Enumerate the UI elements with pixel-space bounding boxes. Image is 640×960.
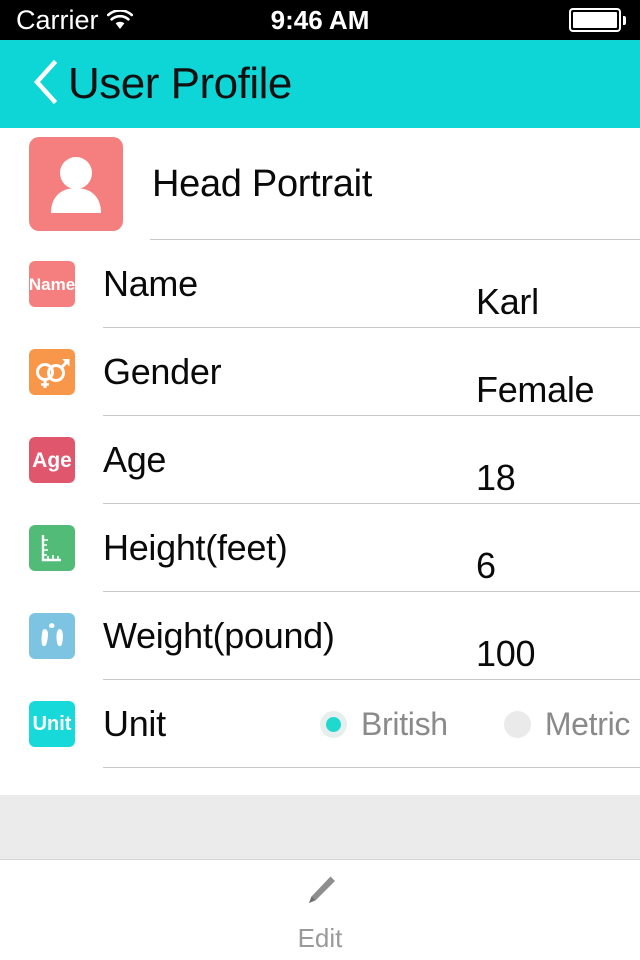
- page-title: User Profile: [68, 59, 292, 108]
- name-value: Karl: [476, 281, 539, 322]
- unit-label: Unit: [103, 703, 166, 744]
- tab-edit[interactable]: Edit: [240, 870, 400, 951]
- age-badge-text: Age: [32, 448, 72, 472]
- name-label: Name: [103, 263, 198, 304]
- age-badge-icon: Age: [29, 437, 75, 483]
- name-badge-icon: Name: [29, 261, 75, 307]
- row-weight[interactable]: Weight(pound) 100: [0, 592, 640, 680]
- chevron-left-icon: [31, 59, 59, 110]
- name-badge-text: Name: [29, 274, 75, 294]
- row-head-portrait[interactable]: Head Portrait: [0, 128, 640, 240]
- height-label: Height(feet): [103, 527, 288, 568]
- tab-edit-label: Edit: [297, 922, 343, 953]
- radio-indicator-selected[interactable]: [320, 710, 347, 738]
- pencil-edit-icon: [299, 870, 341, 917]
- radio-option-metric[interactable]: Metric: [503, 706, 631, 742]
- status-bar: Carrier 9:46 AM: [0, 0, 640, 40]
- radio-label-metric: Metric: [544, 706, 631, 742]
- gender-label: Gender: [103, 351, 222, 392]
- nav-bar: User Profile: [0, 40, 640, 128]
- height-value: 6: [476, 545, 496, 586]
- row-gender[interactable]: Gender Female: [0, 328, 640, 416]
- status-bar-time: 9:46 AM: [270, 4, 370, 35]
- phone-screen: Carrier 9:46 AM User Profile Head Portra…: [0, 0, 640, 960]
- unit-radio-group: British Metric: [320, 708, 630, 740]
- row-separator: [103, 767, 640, 768]
- row-name[interactable]: Name Name Karl: [0, 240, 640, 328]
- weight-value: 100: [476, 633, 536, 674]
- radio-label-british: British: [361, 706, 448, 742]
- unit-badge-text: Unit: [32, 713, 72, 735]
- head-portrait-label: Head Portrait: [152, 163, 372, 205]
- radio-indicator-unselected[interactable]: [503, 710, 531, 738]
- tab-bar: Edit: [0, 860, 640, 960]
- unit-badge-icon: Unit: [29, 701, 75, 747]
- weight-label: Weight(pound): [103, 615, 335, 656]
- ruler-icon: [29, 525, 75, 571]
- gender-symbols-icon: [29, 349, 75, 395]
- battery-full-icon: [569, 8, 626, 32]
- back-button[interactable]: [30, 59, 60, 110]
- row-height[interactable]: Height(feet) 6: [0, 504, 640, 592]
- row-unit[interactable]: Unit Unit British Metric: [0, 680, 640, 768]
- age-label: Age: [103, 439, 167, 480]
- person-avatar-icon: [29, 137, 123, 231]
- footprints-scale-icon: [29, 613, 75, 659]
- radio-option-british[interactable]: British: [320, 708, 448, 740]
- row-age[interactable]: Age Age 18: [0, 416, 640, 504]
- age-value: 18: [476, 457, 516, 498]
- list-footer-spacer: [0, 795, 640, 860]
- gender-value: Female: [476, 369, 595, 410]
- profile-list: Head Portrait Name Name Karl Gender Fema…: [0, 128, 640, 768]
